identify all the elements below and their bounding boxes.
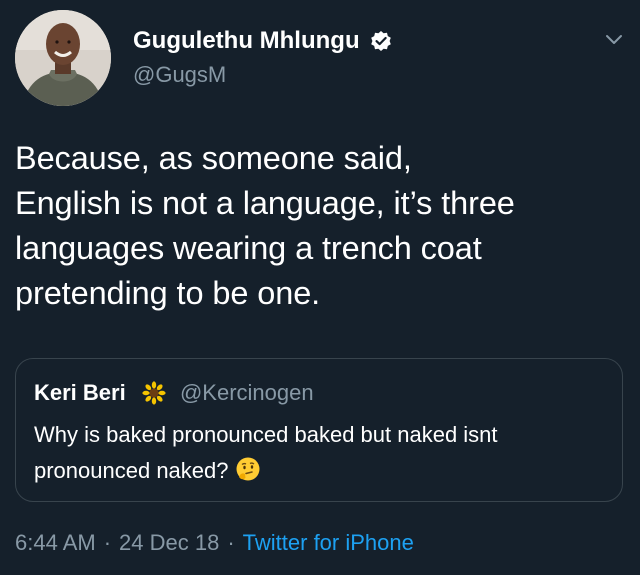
sunflower-icon (142, 381, 166, 405)
tweet-time[interactable]: 6:44 AM (15, 530, 96, 555)
tweet-footer: 6:44 AM · 24 Dec 18 · Twitter for iPhone (15, 528, 414, 558)
footer-separator: · (227, 530, 235, 555)
tweet-date[interactable]: 24 Dec 18 (119, 530, 219, 555)
quoted-text-line-1: Why is baked pronounced baked but naked … (34, 422, 498, 447)
author-handle[interactable]: @GugsM (133, 60, 392, 90)
tweet-header: Gugulethu Mhlungu @GugsM (15, 10, 625, 110)
tweet-source-link[interactable]: Twitter for iPhone (243, 530, 414, 555)
avatar-photo-icon (15, 10, 111, 106)
quoted-author-name: Keri Beri (34, 380, 126, 406)
chevron-down-icon[interactable] (603, 28, 625, 50)
quoted-tweet-text: Why is baked pronounced baked but naked … (34, 417, 614, 489)
author-block: Gugulethu Mhlungu @GugsM (133, 26, 392, 90)
quoted-author-handle: @Kercinogen (179, 380, 314, 406)
footer-separator: · (103, 530, 112, 555)
author-display-name[interactable]: Gugulethu Mhlungu (133, 26, 360, 56)
quoted-tweet-header: Keri Beri @Kercinogen (34, 377, 314, 408)
quoted-text-line-2: pronounced naked? (34, 458, 229, 483)
tweet-card: Gugulethu Mhlungu @GugsM Because, as som… (0, 0, 640, 575)
tweet-text: Because, as someone said, English is not… (15, 140, 515, 311)
avatar[interactable] (15, 10, 111, 106)
quoted-tweet[interactable]: Keri Beri @Kercinogen Why is baked prono… (15, 358, 623, 502)
verified-badge-icon (370, 30, 392, 52)
thinking-face-icon (235, 456, 261, 482)
